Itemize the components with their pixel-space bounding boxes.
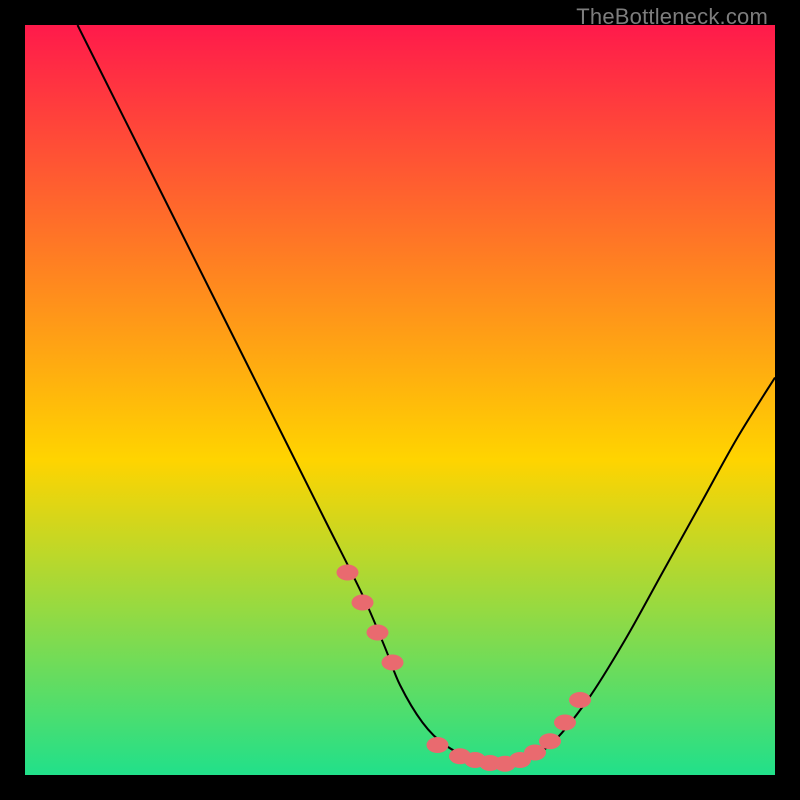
marker-point [352, 595, 374, 611]
marker-point [337, 565, 359, 581]
marker-point [382, 655, 404, 671]
bottleneck-chart [25, 25, 775, 775]
marker-point [554, 715, 576, 731]
marker-point [539, 733, 561, 749]
chart-frame [25, 25, 775, 775]
marker-point [367, 625, 389, 641]
marker-point [427, 737, 449, 753]
marker-point [569, 692, 591, 708]
watermark-text: TheBottleneck.com [576, 4, 768, 30]
